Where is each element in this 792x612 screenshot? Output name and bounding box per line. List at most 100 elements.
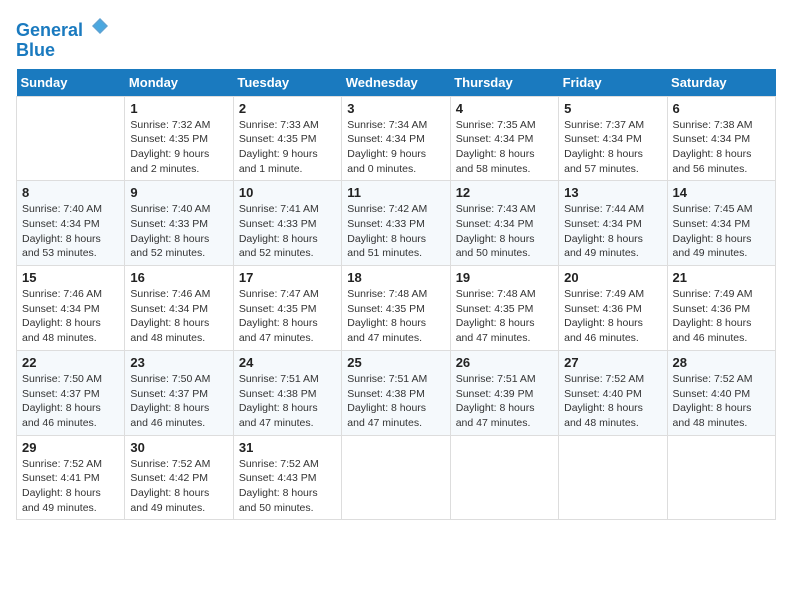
day-cell-27: 27 Sunrise: 7:52 AM Sunset: 4:40 PM Dayl…	[559, 350, 667, 435]
day-cell-2: 2 Sunrise: 7:33 AM Sunset: 4:35 PM Dayli…	[233, 96, 341, 181]
weekday-header-friday: Friday	[559, 69, 667, 97]
day-cell-10: 10 Sunrise: 7:41 AM Sunset: 4:33 PM Dayl…	[233, 181, 341, 266]
day-info: Sunrise: 7:52 AM Sunset: 4:40 PM Dayligh…	[564, 372, 661, 431]
day-info: Sunrise: 7:52 AM Sunset: 4:43 PM Dayligh…	[239, 457, 336, 516]
empty-cell	[17, 96, 125, 181]
calendar-week-5: 29 Sunrise: 7:52 AM Sunset: 4:41 PM Dayl…	[17, 435, 776, 520]
day-number: 3	[347, 101, 444, 116]
day-cell-21: 21 Sunrise: 7:49 AM Sunset: 4:36 PM Dayl…	[667, 266, 775, 351]
logo-general: General	[16, 20, 83, 40]
day-number: 12	[456, 185, 553, 200]
day-info: Sunrise: 7:48 AM Sunset: 4:35 PM Dayligh…	[347, 287, 444, 346]
day-number: 13	[564, 185, 661, 200]
day-number: 19	[456, 270, 553, 285]
weekday-header-monday: Monday	[125, 69, 233, 97]
day-info: Sunrise: 7:41 AM Sunset: 4:33 PM Dayligh…	[239, 202, 336, 261]
day-info: Sunrise: 7:47 AM Sunset: 4:35 PM Dayligh…	[239, 287, 336, 346]
empty-cell	[450, 435, 558, 520]
day-cell-6: 6 Sunrise: 7:38 AM Sunset: 4:34 PM Dayli…	[667, 96, 775, 181]
day-number: 27	[564, 355, 661, 370]
day-info: Sunrise: 7:35 AM Sunset: 4:34 PM Dayligh…	[456, 118, 553, 177]
day-number: 29	[22, 440, 119, 455]
day-info: Sunrise: 7:40 AM Sunset: 4:34 PM Dayligh…	[22, 202, 119, 261]
logo: General Blue	[16, 16, 110, 61]
day-cell-3: 3 Sunrise: 7:34 AM Sunset: 4:34 PM Dayli…	[342, 96, 450, 181]
calendar-week-2: 8 Sunrise: 7:40 AM Sunset: 4:34 PM Dayli…	[17, 181, 776, 266]
day-number: 22	[22, 355, 119, 370]
day-cell-15: 15 Sunrise: 7:46 AM Sunset: 4:34 PM Dayl…	[17, 266, 125, 351]
day-cell-20: 20 Sunrise: 7:49 AM Sunset: 4:36 PM Dayl…	[559, 266, 667, 351]
day-info: Sunrise: 7:49 AM Sunset: 4:36 PM Dayligh…	[673, 287, 770, 346]
day-info: Sunrise: 7:45 AM Sunset: 4:34 PM Dayligh…	[673, 202, 770, 261]
day-number: 17	[239, 270, 336, 285]
day-cell-11: 11 Sunrise: 7:42 AM Sunset: 4:33 PM Dayl…	[342, 181, 450, 266]
day-cell-1: 1 Sunrise: 7:32 AM Sunset: 4:35 PM Dayli…	[125, 96, 233, 181]
day-info: Sunrise: 7:42 AM Sunset: 4:33 PM Dayligh…	[347, 202, 444, 261]
day-number: 14	[673, 185, 770, 200]
day-cell-26: 26 Sunrise: 7:51 AM Sunset: 4:39 PM Dayl…	[450, 350, 558, 435]
day-cell-22: 22 Sunrise: 7:50 AM Sunset: 4:37 PM Dayl…	[17, 350, 125, 435]
calendar-week-4: 22 Sunrise: 7:50 AM Sunset: 4:37 PM Dayl…	[17, 350, 776, 435]
day-number: 16	[130, 270, 227, 285]
empty-cell	[342, 435, 450, 520]
day-info: Sunrise: 7:38 AM Sunset: 4:34 PM Dayligh…	[673, 118, 770, 177]
day-cell-31: 31 Sunrise: 7:52 AM Sunset: 4:43 PM Dayl…	[233, 435, 341, 520]
day-number: 2	[239, 101, 336, 116]
day-info: Sunrise: 7:52 AM Sunset: 4:40 PM Dayligh…	[673, 372, 770, 431]
day-info: Sunrise: 7:37 AM Sunset: 4:34 PM Dayligh…	[564, 118, 661, 177]
day-number: 11	[347, 185, 444, 200]
empty-cell	[559, 435, 667, 520]
day-cell-23: 23 Sunrise: 7:50 AM Sunset: 4:37 PM Dayl…	[125, 350, 233, 435]
day-info: Sunrise: 7:52 AM Sunset: 4:42 PM Dayligh…	[130, 457, 227, 516]
day-info: Sunrise: 7:51 AM Sunset: 4:38 PM Dayligh…	[239, 372, 336, 431]
day-cell-8: 8 Sunrise: 7:40 AM Sunset: 4:34 PM Dayli…	[17, 181, 125, 266]
day-number: 8	[22, 185, 119, 200]
day-info: Sunrise: 7:34 AM Sunset: 4:34 PM Dayligh…	[347, 118, 444, 177]
day-cell-12: 12 Sunrise: 7:43 AM Sunset: 4:34 PM Dayl…	[450, 181, 558, 266]
day-number: 21	[673, 270, 770, 285]
day-info: Sunrise: 7:46 AM Sunset: 4:34 PM Dayligh…	[130, 287, 227, 346]
logo-blue: Blue	[16, 40, 55, 60]
day-number: 26	[456, 355, 553, 370]
day-number: 9	[130, 185, 227, 200]
day-info: Sunrise: 7:43 AM Sunset: 4:34 PM Dayligh…	[456, 202, 553, 261]
day-info: Sunrise: 7:50 AM Sunset: 4:37 PM Dayligh…	[130, 372, 227, 431]
empty-cell	[667, 435, 775, 520]
weekday-header-thursday: Thursday	[450, 69, 558, 97]
day-cell-9: 9 Sunrise: 7:40 AM Sunset: 4:33 PM Dayli…	[125, 181, 233, 266]
day-cell-24: 24 Sunrise: 7:51 AM Sunset: 4:38 PM Dayl…	[233, 350, 341, 435]
day-number: 20	[564, 270, 661, 285]
day-number: 23	[130, 355, 227, 370]
day-number: 28	[673, 355, 770, 370]
day-info: Sunrise: 7:50 AM Sunset: 4:37 PM Dayligh…	[22, 372, 119, 431]
day-number: 24	[239, 355, 336, 370]
day-cell-18: 18 Sunrise: 7:48 AM Sunset: 4:35 PM Dayl…	[342, 266, 450, 351]
day-number: 6	[673, 101, 770, 116]
day-info: Sunrise: 7:52 AM Sunset: 4:41 PM Dayligh…	[22, 457, 119, 516]
day-cell-29: 29 Sunrise: 7:52 AM Sunset: 4:41 PM Dayl…	[17, 435, 125, 520]
day-info: Sunrise: 7:44 AM Sunset: 4:34 PM Dayligh…	[564, 202, 661, 261]
day-info: Sunrise: 7:51 AM Sunset: 4:39 PM Dayligh…	[456, 372, 553, 431]
day-number: 30	[130, 440, 227, 455]
weekday-header-sunday: Sunday	[17, 69, 125, 97]
day-cell-17: 17 Sunrise: 7:47 AM Sunset: 4:35 PM Dayl…	[233, 266, 341, 351]
calendar-week-1: 1 Sunrise: 7:32 AM Sunset: 4:35 PM Dayli…	[17, 96, 776, 181]
day-info: Sunrise: 7:51 AM Sunset: 4:38 PM Dayligh…	[347, 372, 444, 431]
day-number: 25	[347, 355, 444, 370]
weekday-header-wednesday: Wednesday	[342, 69, 450, 97]
page-header: General Blue	[16, 16, 776, 61]
logo-icon	[90, 16, 110, 36]
calendar-table: SundayMondayTuesdayWednesdayThursdayFrid…	[16, 69, 776, 521]
day-number: 4	[456, 101, 553, 116]
day-number: 1	[130, 101, 227, 116]
day-cell-25: 25 Sunrise: 7:51 AM Sunset: 4:38 PM Dayl…	[342, 350, 450, 435]
day-cell-19: 19 Sunrise: 7:48 AM Sunset: 4:35 PM Dayl…	[450, 266, 558, 351]
weekday-header-tuesday: Tuesday	[233, 69, 341, 97]
day-info: Sunrise: 7:49 AM Sunset: 4:36 PM Dayligh…	[564, 287, 661, 346]
weekday-header-row: SundayMondayTuesdayWednesdayThursdayFrid…	[17, 69, 776, 97]
day-info: Sunrise: 7:33 AM Sunset: 4:35 PM Dayligh…	[239, 118, 336, 177]
day-cell-5: 5 Sunrise: 7:37 AM Sunset: 4:34 PM Dayli…	[559, 96, 667, 181]
weekday-header-saturday: Saturday	[667, 69, 775, 97]
day-cell-30: 30 Sunrise: 7:52 AM Sunset: 4:42 PM Dayl…	[125, 435, 233, 520]
day-info: Sunrise: 7:32 AM Sunset: 4:35 PM Dayligh…	[130, 118, 227, 177]
